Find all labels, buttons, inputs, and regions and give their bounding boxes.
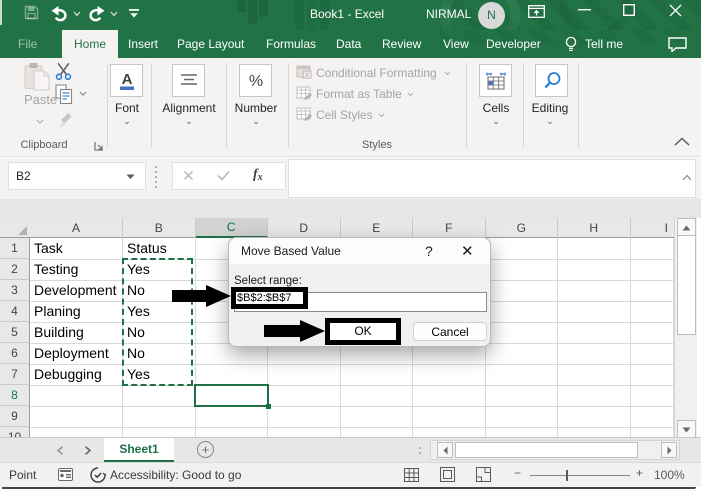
svg-text:≠: ≠ bbox=[305, 72, 309, 79]
svg-text:%: % bbox=[248, 73, 262, 90]
svg-text:A: A bbox=[121, 71, 132, 88]
